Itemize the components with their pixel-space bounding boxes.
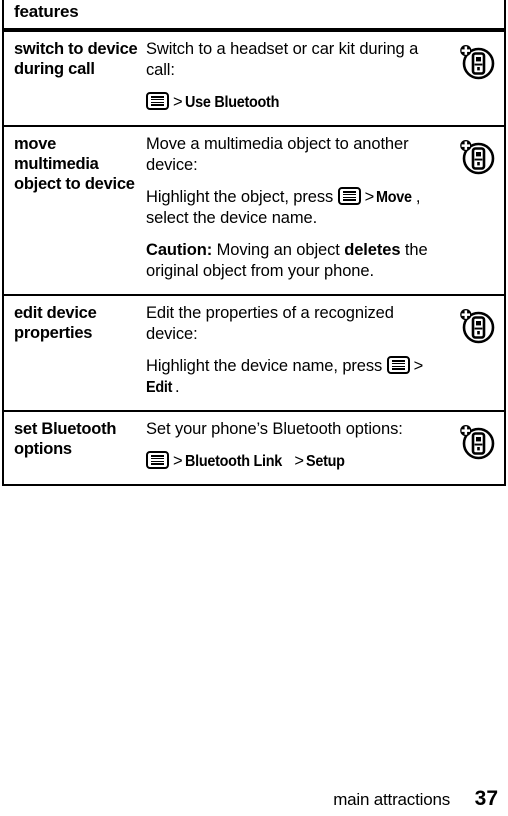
feature-row: switch to device during call Switch to a … (4, 32, 504, 127)
description-paragraph: Highlight the device name, press > Edit. (146, 356, 440, 398)
feature-term: edit device properties (14, 304, 97, 342)
feature-description: Set your phone’s Bluetooth options: > Blue… (146, 412, 448, 484)
footer-section-title: main attractions (333, 790, 450, 809)
description-paragraph: Set your phone’s Bluetooth options: (146, 419, 440, 440)
description-paragraph: Highlight the object, press > Move, selec… (146, 187, 440, 229)
menu-item-label: Move (376, 189, 412, 206)
body-text: Moving an object (212, 241, 345, 259)
feature-row: set Bluetooth options Set your phone’s Bl… (4, 412, 504, 486)
feature-row: edit device properties Edit the propertie… (4, 296, 504, 412)
feature-icon-cell (448, 296, 504, 410)
features-table: features switch to device during call Swi… (2, 0, 506, 486)
menu-path-separator: > (294, 452, 304, 470)
description-paragraph: Edit the properties of a recognized devi… (146, 303, 440, 345)
menu-path-separator: > (173, 93, 183, 111)
body-text: . (175, 378, 180, 396)
table-header-label: features (14, 2, 79, 21)
menu-key-icon (386, 356, 410, 374)
footer-page-number: 37 (474, 787, 498, 810)
page-footer: main attractions 37 (0, 788, 498, 810)
emphasis-text: deletes (344, 241, 401, 259)
feature-term: set Bluetooth options (14, 420, 117, 458)
feature-icon-cell (448, 412, 504, 484)
description-paragraph: Caution: Moving an object deletes the or… (146, 240, 440, 282)
table-header-row: features (4, 0, 504, 32)
body-text: Move a multimedia object to another devi… (146, 135, 409, 174)
menu-item-label: Edit (146, 379, 173, 396)
bluetooth-device-add-icon (456, 40, 498, 82)
bluetooth-device-add-icon (456, 304, 498, 346)
description-paragraph: Move a multimedia object to another devi… (146, 134, 440, 176)
body-text: Highlight the device name, press (146, 357, 387, 375)
bluetooth-device-add-icon (456, 420, 498, 462)
description-paragraph: Switch to a headset or car kit during a … (146, 39, 440, 81)
menu-item-label: Use Bluetooth (184, 94, 279, 111)
feature-description: Switch to a headset or car kit during a … (146, 32, 448, 125)
menu-path-separator: > (173, 452, 183, 470)
menu-path-separator: > (413, 357, 424, 375)
menu-item-label: Setup (305, 453, 345, 470)
menu-item-label: Bluetooth Link (184, 453, 282, 470)
feature-icon-cell (448, 127, 504, 294)
menu-key-icon (146, 92, 169, 110)
feature-row: move multimedia object to device Move a m… (4, 127, 504, 296)
emphasis-text: Caution: (146, 241, 213, 259)
body-text: Highlight the object, press (146, 188, 338, 206)
body-text: Edit the properties of a recognized devi… (146, 304, 394, 343)
feature-description: Edit the properties of a recognized devi… (146, 296, 448, 410)
feature-description: Move a multimedia object to another devi… (146, 127, 448, 294)
menu-key-icon (337, 187, 361, 205)
body-text: Set your phone’s Bluetooth options: (146, 420, 403, 438)
description-paragraph: > Bluetooth Link > Setup (146, 451, 440, 472)
feature-icon-cell (448, 32, 504, 125)
body-text: Switch to a headset or car kit during a … (146, 40, 419, 79)
bluetooth-device-add-icon (456, 135, 498, 177)
feature-term: move multimedia object to device (14, 135, 135, 193)
menu-key-icon (146, 451, 169, 469)
menu-path-separator: > (364, 188, 375, 206)
feature-rows-container: switch to device during call Switch to a … (4, 32, 504, 486)
feature-term: switch to device during call (14, 40, 138, 78)
description-paragraph: > Use Bluetooth (146, 92, 440, 113)
